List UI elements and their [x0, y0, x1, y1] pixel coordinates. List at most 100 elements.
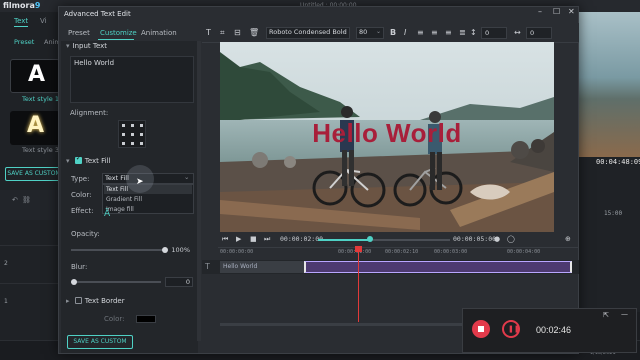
type-label: Type:: [71, 175, 90, 183]
align-top-center[interactable]: [131, 124, 134, 127]
play-icon[interactable]: ▶: [236, 235, 241, 243]
align-middle-left[interactable]: [122, 133, 125, 136]
marker-icon[interactable]: ●: [494, 235, 500, 243]
close-icon[interactable]: ✕: [568, 7, 575, 16]
chevron-down-icon: ⌄: [184, 173, 190, 181]
letter-spacing-icon[interactable]: ↔: [514, 28, 521, 37]
playhead[interactable]: [358, 246, 359, 322]
tab-animation[interactable]: Animation: [141, 29, 177, 37]
align-bottom-right[interactable]: [140, 142, 143, 145]
italic-button[interactable]: I: [404, 28, 406, 37]
font-size-value: 80: [359, 28, 368, 36]
text-track-icon: T: [205, 262, 210, 271]
text-border-section-header[interactable]: ▸ Text Border: [66, 296, 125, 305]
active-tab-indicator: [98, 39, 134, 40]
add-shape-icon[interactable]: ⌗: [220, 28, 225, 38]
blur-label: Blur:: [71, 263, 88, 271]
letter-spacing-input[interactable]: 0: [526, 27, 552, 39]
tab-preset[interactable]: Preset: [68, 29, 90, 37]
playback-scrubber-thumb[interactable]: [367, 236, 373, 242]
checkmark-icon: ✓: [75, 154, 82, 162]
align-top-right[interactable]: [140, 124, 143, 127]
align-center-icon[interactable]: ≡: [431, 28, 438, 37]
text-style-label: Text style 3: [22, 146, 60, 154]
add-text-icon[interactable]: T: [206, 28, 211, 37]
dropdown-option-gradient-fill[interactable]: Gradient Fill: [104, 195, 192, 204]
blur-slider[interactable]: [71, 281, 161, 283]
align-top-left[interactable]: [122, 124, 125, 127]
effect-label: Effect:: [71, 207, 94, 215]
text-border-checkbox[interactable]: [74, 297, 82, 304]
ruler-tick: 00:00:02:10: [385, 249, 419, 255]
track-number: 2: [4, 260, 8, 267]
minimize-icon[interactable]: —: [621, 310, 628, 318]
playback-progress-track[interactable]: [370, 239, 450, 241]
ruler-tick: 00:00:03:00: [434, 249, 468, 255]
text-style-tile-3[interactable]: A: [10, 111, 60, 145]
collapse-caret-icon: ▾: [66, 42, 70, 50]
align-center[interactable]: [131, 133, 134, 136]
settings-icon[interactable]: ◯: [507, 235, 515, 243]
opacity-slider[interactable]: [71, 249, 165, 251]
align-bottom-left[interactable]: [122, 142, 125, 145]
tab-video[interactable]: Vi: [40, 17, 47, 25]
alignment-grid[interactable]: [118, 120, 146, 148]
save-as-custom-button[interactable]: SAVE AS CUSTOM: [5, 167, 63, 181]
blur-slider-thumb[interactable]: [71, 279, 77, 285]
preview-text-overlay[interactable]: Hello World: [220, 118, 554, 149]
previous-frame-icon[interactable]: ⏮: [222, 235, 228, 244]
undo-icon[interactable]: ↶: [12, 196, 18, 204]
playback-progress-fill: [318, 239, 370, 241]
text-style-label: Text style 1: [22, 95, 60, 103]
border-color-label: Color:: [104, 315, 125, 323]
dialog-title: Advanced Text Edit: [64, 10, 131, 18]
track-number: 1: [4, 298, 8, 305]
maximize-icon[interactable]: ☐: [553, 7, 560, 16]
text-style-tile-1[interactable]: A: [10, 59, 60, 93]
line-spacing-icon[interactable]: ↕: [470, 28, 477, 37]
ruler-tick: 00:00:00:00: [220, 249, 254, 255]
style-preview-glyph: A: [28, 62, 46, 87]
tab-customize[interactable]: Customize: [100, 29, 137, 37]
main-timecode: 00:04:48:09: [596, 158, 640, 166]
align-right-icon[interactable]: ≡: [445, 28, 452, 37]
color-label: Color:: [71, 191, 92, 199]
tab-text[interactable]: Text: [14, 17, 29, 27]
align-bottom-center[interactable]: [131, 142, 134, 145]
font-family-value: Roboto Condensed Bold: [269, 28, 347, 36]
input-text-section-header[interactable]: ▾ Input Text: [66, 42, 107, 50]
current-time: 00:00:02:00: [280, 235, 324, 243]
minimize-icon[interactable]: –: [538, 7, 542, 16]
line-spacing-input[interactable]: 0: [481, 27, 507, 39]
alignment-label: Alignment:: [70, 109, 109, 117]
text-clip[interactable]: [304, 261, 572, 273]
stop-icon: [478, 326, 484, 332]
stop-icon[interactable]: ■: [250, 235, 257, 243]
align-objects-icon[interactable]: ⊟: [234, 28, 241, 37]
border-color-swatch[interactable]: [136, 315, 156, 323]
app-logo: filmora9: [3, 1, 41, 10]
chevron-down-icon: ⌄: [376, 28, 382, 35]
playhead-handle[interactable]: [355, 246, 362, 252]
align-left-icon[interactable]: ≡: [417, 28, 424, 37]
open-external-icon[interactable]: ⇱: [603, 311, 609, 319]
save-as-custom-button[interactable]: SAVE AS CUSTOM: [67, 335, 133, 349]
blur-value[interactable]: 0: [165, 277, 193, 287]
align-middle-right[interactable]: [140, 133, 143, 136]
bold-button[interactable]: B: [390, 28, 396, 37]
text-clip-label: Hello World: [223, 263, 258, 270]
opacity-value[interactable]: 100%: [168, 246, 190, 256]
track-row: 2: [0, 245, 62, 283]
text-fill-section-header[interactable]: ▾ ✓ Text Fill: [66, 154, 110, 165]
panel-scrollbar[interactable]: [197, 41, 201, 341]
subtab-preset[interactable]: Preset: [14, 38, 34, 46]
fullscreen-icon[interactable]: ⊕: [565, 235, 571, 243]
text-fill-checkbox[interactable]: ✓: [74, 154, 82, 164]
delete-icon[interactable]: 🗑: [249, 28, 259, 37]
text-effect-icon[interactable]: Ä: [104, 209, 110, 219]
text-input-value: Hello World: [74, 59, 115, 67]
link-icon[interactable]: ⛓: [22, 196, 31, 204]
dropdown-option-image-fill[interactable]: Image fill: [104, 205, 192, 214]
justify-icon[interactable]: ≣: [459, 28, 466, 37]
next-frame-icon[interactable]: ⏭: [264, 235, 270, 244]
